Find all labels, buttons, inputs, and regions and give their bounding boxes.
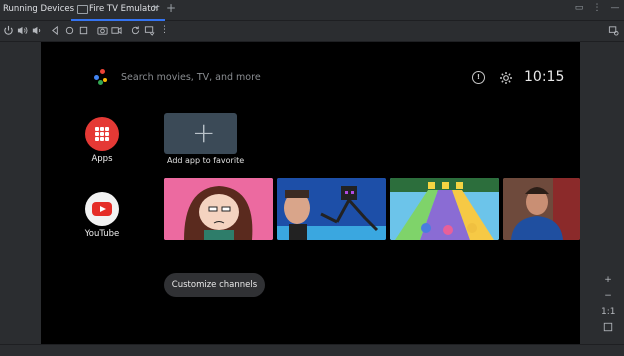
- screenshot-icon[interactable]: [97, 25, 108, 36]
- gear-icon[interactable]: [499, 70, 513, 84]
- fit-screen-icon[interactable]: [601, 322, 615, 334]
- left-gutter: [0, 42, 40, 344]
- tv-screen[interactable]: Search movies, TV, and more ! 10:15 Apps…: [41, 42, 580, 344]
- video-thumbnail[interactable]: [277, 178, 386, 240]
- tab-close-icon[interactable]: ×: [152, 3, 160, 13]
- volume-up-icon[interactable]: [17, 25, 28, 36]
- layout-icon[interactable]: ▭: [574, 3, 584, 13]
- youtube-logo-icon: [92, 202, 112, 216]
- status-strip: [0, 344, 624, 356]
- add-tab-icon[interactable]: +: [166, 1, 176, 15]
- more-icon[interactable]: ⋮: [159, 25, 170, 36]
- device-settings-icon[interactable]: [608, 25, 619, 36]
- rotate-icon[interactable]: [130, 25, 141, 36]
- apps-label: Apps: [91, 154, 113, 164]
- add-app-tile[interactable]: +: [164, 113, 237, 154]
- power-icon[interactable]: [3, 25, 14, 36]
- tab-fire-tv-emulator[interactable]: Fire TV Emulator: [71, 0, 165, 21]
- device-icon: [77, 5, 88, 14]
- customize-channels-button[interactable]: Customize channels: [164, 273, 265, 297]
- back-icon[interactable]: [50, 25, 61, 36]
- add-app-label: Add app to favorite: [167, 156, 245, 165]
- volume-down-icon[interactable]: [31, 25, 42, 36]
- snapshot-icon[interactable]: [144, 25, 155, 36]
- zoom-out-icon[interactable]: −: [601, 290, 615, 302]
- more-vertical-icon[interactable]: ⋮: [592, 3, 602, 13]
- minimize-icon[interactable]: —: [610, 3, 620, 13]
- plus-icon: +: [192, 116, 216, 149]
- youtube-app-button[interactable]: [85, 192, 119, 226]
- overview-icon[interactable]: [78, 25, 89, 36]
- google-assistant-icon[interactable]: [94, 69, 112, 87]
- video-thumbnail[interactable]: [503, 178, 580, 240]
- youtube-label: YouTube: [84, 229, 120, 239]
- record-icon[interactable]: [111, 25, 122, 36]
- clock: 10:15: [524, 69, 565, 85]
- apps-grid-icon: [95, 127, 109, 141]
- emulator-toolbar: ⋮: [0, 21, 624, 42]
- home-icon[interactable]: [64, 25, 75, 36]
- window-controls: ▭ ⋮ —: [574, 3, 620, 13]
- search-bar[interactable]: Search movies, TV, and more: [121, 72, 261, 83]
- tool-window-header: Running Devices Fire TV Emulator × + ▭ ⋮…: [0, 0, 624, 21]
- apps-button[interactable]: [85, 117, 119, 151]
- panel-title: Running Devices: [3, 4, 75, 14]
- zoom-in-icon[interactable]: +: [601, 274, 615, 286]
- zoom-controls: + − 1:1: [601, 274, 615, 338]
- zoom-actual-size-button[interactable]: 1:1: [601, 306, 615, 318]
- video-thumbnail[interactable]: [164, 178, 273, 240]
- tab-label: Fire TV Emulator: [89, 4, 160, 14]
- video-thumbnail[interactable]: [390, 178, 499, 240]
- notifications-icon[interactable]: !: [472, 71, 485, 84]
